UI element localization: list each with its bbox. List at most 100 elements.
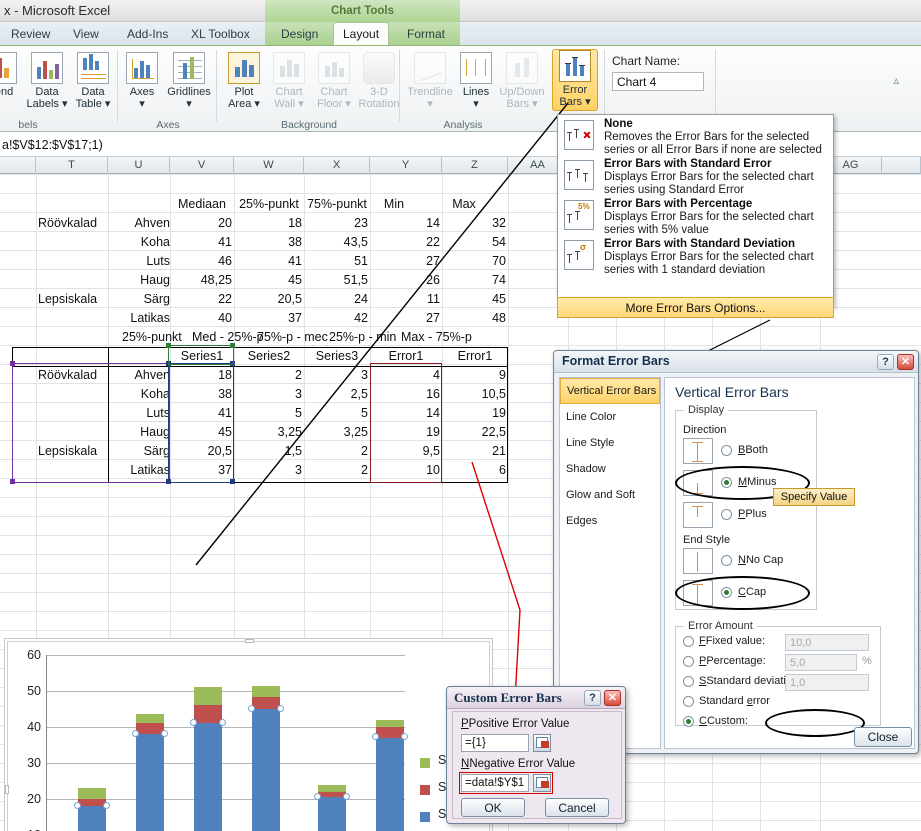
group-separator-4 xyxy=(604,50,605,122)
menu-item-standard-deviation[interactable]: σ Error Bars with Standard Deviation Dis… xyxy=(558,235,833,276)
plot-area-label-1: Plot xyxy=(234,86,254,98)
column-header-V[interactable]: V xyxy=(170,157,234,174)
percentage-input[interactable]: 5,0 xyxy=(785,654,857,671)
chart-handle-left[interactable] xyxy=(5,785,9,794)
3d-rotation-button: 3-D Rotation xyxy=(356,52,402,110)
fixed-value-radio[interactable] xyxy=(683,636,694,647)
standard-deviation-radio[interactable] xyxy=(683,676,694,687)
table-cell: 22 xyxy=(426,235,440,249)
ok-button[interactable]: OK xyxy=(461,798,525,817)
plot-area[interactable]: 60 50 40 30 20 10 0 xyxy=(27,649,408,831)
tab-xl-toolbox[interactable]: XL Toolbox xyxy=(182,22,259,46)
positive-error-value-input[interactable]: ={1} xyxy=(461,734,529,752)
column-header-Y[interactable]: Y xyxy=(370,157,442,174)
positive-range-picker-icon[interactable] xyxy=(533,734,551,752)
chart-handle-top[interactable] xyxy=(245,639,254,643)
table-cell: 14 xyxy=(426,216,440,230)
data-table-button[interactable]: Data Table ▾ xyxy=(70,52,116,110)
error-bars-dropdown-menu[interactable]: None Removes the Error Bars for the sele… xyxy=(557,114,834,307)
legend-swatch-series1 xyxy=(420,812,430,822)
direction-plus-radio[interactable] xyxy=(721,509,732,520)
nav-item-shadow[interactable]: Shadow xyxy=(560,456,660,482)
table-cell: 48 xyxy=(492,311,506,325)
contextual-tools-label: Chart Tools xyxy=(265,0,460,22)
direction-both-radio[interactable] xyxy=(721,445,732,456)
custom-radio[interactable] xyxy=(683,716,694,727)
updown-bars-label-1: Up/Down xyxy=(499,86,545,98)
format-dialog-titlebar: Format Error Bars ? ✕ xyxy=(554,351,918,373)
chart-name-input[interactable]: Chart 4 xyxy=(612,72,704,91)
chart-object[interactable]: 60 50 40 30 20 10 0 xyxy=(4,638,493,831)
menu-item-standard-error-title: Error Bars with Standard Error xyxy=(604,158,772,170)
menu-item-percentage[interactable]: 5% Error Bars with Percentage Displays E… xyxy=(558,195,833,236)
tab-layout[interactable]: Layout xyxy=(333,22,390,46)
specify-value-button[interactable]: Specify Value xyxy=(773,488,855,506)
t1-name-ahven: Ahven xyxy=(134,216,170,230)
axes-button[interactable]: Axes ▾ xyxy=(119,52,165,110)
format-dialog-help-button[interactable]: ? xyxy=(877,354,894,370)
format-dialog-pane: Vertical Error Bars Display Direction BB… xyxy=(664,377,915,749)
column-header-U[interactable]: U xyxy=(108,157,170,174)
custom-dialog-help-button[interactable]: ? xyxy=(584,690,601,706)
column-header-T[interactable]: T xyxy=(36,157,108,174)
tab-design[interactable]: Design xyxy=(272,22,327,46)
column-header-row-corner[interactable] xyxy=(0,157,36,174)
tab-review[interactable]: Review xyxy=(2,22,59,46)
t1-name-luts: Luts xyxy=(146,254,170,268)
table-cell: 46 xyxy=(218,254,232,268)
table-cell: 38 xyxy=(288,235,302,249)
column-header-AH[interactable] xyxy=(882,157,921,174)
nav-item-line-color[interactable]: Line Color xyxy=(560,404,660,430)
menu-item-more-error-bars-options[interactable]: More Error Bars Options... xyxy=(557,297,834,318)
data-labels-button[interactable]: Data Labels ▾ xyxy=(24,52,70,110)
table-cell: 11 xyxy=(427,292,440,306)
collapse-ribbon-icon[interactable]: ▵ xyxy=(893,74,899,87)
legend-button[interactable]: gend xyxy=(0,52,24,98)
gridlines-button[interactable]: Gridlines ▾ xyxy=(166,52,212,110)
plot-area-button[interactable]: Plot Area ▾ xyxy=(221,52,267,110)
lines-button[interactable]: Lines ▾ xyxy=(453,52,499,110)
chart-tools-text: Chart Tools xyxy=(330,5,395,17)
standard-deviation-input[interactable]: 1,0 xyxy=(785,674,869,691)
t1-name-haug: Haug xyxy=(140,273,170,287)
column-header-X[interactable]: X xyxy=(304,157,370,174)
format-dialog-close-button[interactable]: ✕ xyxy=(897,354,914,370)
direction-both-icon xyxy=(683,438,713,464)
table-cell: 40 xyxy=(218,311,232,325)
nav-item-line-style[interactable]: Line Style xyxy=(560,430,660,456)
nav-item-vertical-error-bars[interactable]: Vertical Error Bars xyxy=(560,378,660,404)
chart-name-label: Chart Name: xyxy=(612,54,681,68)
trendline-label-1: Trendline xyxy=(407,86,453,98)
custom-error-bars-dialog[interactable]: Custom Error Bars ? ✕ PPositive Error Va… xyxy=(446,686,626,824)
nav-item-glow-and-soft-edges[interactable]: Glow and Soft Edges xyxy=(560,482,660,527)
menu-item-none[interactable]: None Removes the Error Bars for the sele… xyxy=(558,115,833,156)
fixed-value-input[interactable]: 10,0 xyxy=(785,634,869,651)
tab-view[interactable]: View xyxy=(64,22,108,46)
menu-item-standard-error[interactable]: Error Bars with Standard Error Displays … xyxy=(558,155,833,196)
error-bars-icon xyxy=(559,50,591,82)
cancel-button[interactable]: Cancel xyxy=(545,798,609,817)
y-tick-30: 30 xyxy=(27,756,41,770)
gridlines-label-1: Gridlines xyxy=(167,86,211,98)
tab-add-ins[interactable]: Add-Ins xyxy=(118,22,177,46)
column-header-Z[interactable]: Z xyxy=(442,157,508,174)
table-cell: 27 xyxy=(426,254,440,268)
percentage-radio[interactable] xyxy=(683,656,694,667)
group-label-analysis: Analysis xyxy=(443,119,483,131)
direction-plus-icon xyxy=(683,502,713,528)
close-button[interactable]: Close xyxy=(854,727,912,747)
error-bars-button[interactable]: Error Bars ▾ xyxy=(552,49,598,111)
custom-dialog-close-button[interactable]: ✕ xyxy=(604,690,621,706)
error-bars-percentage-icon: 5% xyxy=(564,200,594,230)
table-cell: 22 xyxy=(218,292,232,306)
end-style-nocap-radio[interactable] xyxy=(721,555,732,566)
fixed-value-label: FFixed value: xyxy=(699,635,766,647)
group-separator-2 xyxy=(216,50,217,122)
tab-format[interactable]: Format xyxy=(398,22,454,46)
updown-bars-icon xyxy=(506,52,538,84)
group-separator-1 xyxy=(117,50,118,122)
t1-header-25pct: 25%-punkt xyxy=(239,197,299,211)
standard-error-radio[interactable] xyxy=(683,696,694,707)
plot-area-icon xyxy=(228,52,260,84)
column-header-W[interactable]: W xyxy=(234,157,304,174)
